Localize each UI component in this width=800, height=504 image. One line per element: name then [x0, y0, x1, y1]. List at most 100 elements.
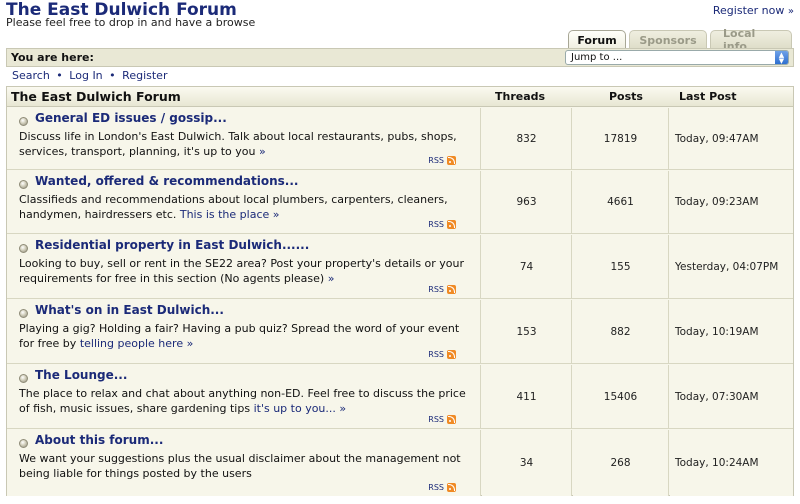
- rss-link[interactable]: RSS: [428, 156, 456, 165]
- rss-link[interactable]: RSS: [428, 350, 456, 359]
- forum-cell: Wanted, offered & recommendations... Cla…: [7, 171, 481, 233]
- table-row: The Lounge... The place to relax and cha…: [7, 365, 793, 429]
- rss-label: RSS: [428, 350, 444, 359]
- table-row: Wanted, offered & recommendations... Cla…: [7, 171, 793, 234]
- last-post-time: Today, 10:19AM: [670, 300, 793, 363]
- top-tabs: Forum Sponsors Local info: [568, 27, 792, 53]
- threads-count: 74: [482, 235, 572, 298]
- last-post-time: Today, 09:47AM: [670, 108, 793, 169]
- register-now-link[interactable]: Register now »: [713, 4, 794, 17]
- header-posts: Posts: [609, 90, 643, 103]
- posts-count: 17819: [573, 108, 669, 169]
- login-link[interactable]: Log In: [69, 69, 102, 82]
- rss-feed-icon: [447, 350, 456, 359]
- register-now-label: Register now: [712, 4, 785, 17]
- forum-description-text: We want your suggestions plus the usual …: [19, 452, 461, 480]
- forum-more-link[interactable]: it's up to you... »: [254, 402, 347, 415]
- breadcrumb: You are here: Jump to ... ▲ ▼: [6, 48, 794, 67]
- forum-link[interactable]: What's on in East Dulwich...: [35, 303, 224, 317]
- forum-link[interactable]: The Lounge...: [35, 368, 127, 382]
- header-forum: The East Dulwich Forum: [11, 89, 181, 104]
- forum-link[interactable]: General ED issues / gossip...: [35, 111, 227, 125]
- forum-bullet-icon: [19, 117, 28, 126]
- forum-cell: Residential property in East Dulwich....…: [7, 235, 481, 298]
- breadcrumb-label: You are here:: [11, 51, 94, 64]
- threads-count: 34: [482, 430, 572, 496]
- rss-label: RSS: [428, 220, 444, 229]
- forum-more-link[interactable]: »: [328, 272, 335, 285]
- rss-feed-icon: [447, 415, 456, 424]
- tab-sponsors[interactable]: Sponsors: [629, 30, 707, 49]
- forum-description: Playing a gig? Holding a fair? Having a …: [19, 321, 475, 351]
- site-tagline: Please feel free to drop in and have a b…: [6, 16, 256, 29]
- forum-more-link[interactable]: This is the place »: [180, 208, 280, 221]
- rss-label: RSS: [428, 285, 444, 294]
- rss-link[interactable]: RSS: [428, 415, 456, 424]
- forum-bullet-icon: [19, 180, 28, 189]
- last-post-time: Yesterday, 04:07PM: [670, 235, 793, 298]
- register-arrow-icon: »: [787, 6, 794, 17]
- header-threads: Threads: [495, 90, 546, 103]
- posts-count: 4661: [573, 171, 669, 233]
- forum-description-text: Looking to buy, sell or rent in the SE22…: [19, 257, 465, 285]
- forum-bullet-icon: [19, 374, 28, 383]
- rss-label: RSS: [428, 415, 444, 424]
- forum-cell: About this forum... We want your suggest…: [7, 430, 481, 496]
- table-row: Residential property in East Dulwich....…: [7, 235, 793, 299]
- header-last-post: Last Post: [679, 90, 737, 103]
- jump-to-value: Jump to ...: [571, 52, 623, 63]
- table-row: What's on in East Dulwich... Playing a g…: [7, 300, 793, 364]
- forum-description-text: The place to relax and chat about anythi…: [19, 387, 466, 415]
- forum-description: Discuss life in London's East Dulwich. T…: [19, 129, 475, 159]
- rss-link[interactable]: RSS: [428, 483, 456, 492]
- posts-count: 268: [573, 430, 669, 496]
- site-header: The East Dulwich Forum Please feel free …: [0, 0, 800, 30]
- forum-description: Looking to buy, sell or rent in the SE22…: [19, 256, 475, 286]
- forum-description: We want your suggestions plus the usual …: [19, 451, 475, 481]
- forum-bullet-icon: [19, 439, 28, 448]
- select-stepper-icon: ▲ ▼: [775, 51, 788, 65]
- posts-count: 882: [573, 300, 669, 363]
- last-post-time: Today, 07:30AM: [670, 365, 793, 428]
- register-link[interactable]: Register: [122, 69, 167, 82]
- tab-local-info[interactable]: Local info: [710, 27, 792, 53]
- posts-count: 155: [573, 235, 669, 298]
- table-row: About this forum... We want your suggest…: [7, 430, 793, 496]
- rss-feed-icon: [447, 220, 456, 229]
- forum-table: The East Dulwich Forum Threads Posts Las…: [6, 86, 794, 496]
- forum-link[interactable]: Residential property in East Dulwich....…: [35, 238, 309, 252]
- forum-link[interactable]: About this forum...: [35, 433, 163, 447]
- threads-count: 153: [482, 300, 572, 363]
- forum-link[interactable]: Wanted, offered & recommendations...: [35, 174, 298, 188]
- rss-feed-icon: [447, 483, 456, 492]
- forum-cell: What's on in East Dulwich... Playing a g…: [7, 300, 481, 363]
- threads-count: 963: [482, 171, 572, 233]
- forum-description: The place to relax and chat about anythi…: [19, 386, 475, 416]
- jump-to-select[interactable]: Jump to ... ▲ ▼: [565, 50, 789, 65]
- rss-label: RSS: [428, 483, 444, 492]
- posts-count: 15406: [573, 365, 669, 428]
- forum-more-link[interactable]: »: [259, 145, 266, 158]
- forum-more-link[interactable]: telling people here »: [80, 337, 194, 350]
- rss-label: RSS: [428, 156, 444, 165]
- separator-dot: •: [109, 69, 116, 82]
- rss-feed-icon: [447, 285, 456, 294]
- forum-cell: The Lounge... The place to relax and cha…: [7, 365, 481, 428]
- rss-feed-icon: [447, 156, 456, 165]
- forum-description-text: Discuss life in London's East Dulwich. T…: [19, 130, 457, 158]
- separator-dot: •: [56, 69, 63, 82]
- rss-link[interactable]: RSS: [428, 285, 456, 294]
- search-link[interactable]: Search: [12, 69, 50, 82]
- last-post-time: Today, 09:23AM: [670, 171, 793, 233]
- table-header: The East Dulwich Forum Threads Posts Las…: [7, 87, 793, 107]
- forum-cell: General ED issues / gossip... Discuss li…: [7, 108, 481, 169]
- threads-count: 411: [482, 365, 572, 428]
- rss-link[interactable]: RSS: [428, 220, 456, 229]
- table-row: General ED issues / gossip... Discuss li…: [7, 108, 793, 170]
- forum-bullet-icon: [19, 244, 28, 253]
- tab-forum[interactable]: Forum: [568, 30, 626, 49]
- top-links: Search • Log In • Register: [12, 69, 167, 82]
- forum-bullet-icon: [19, 309, 28, 318]
- forum-description: Classifieds and recommendations about lo…: [19, 192, 475, 222]
- threads-count: 832: [482, 108, 572, 169]
